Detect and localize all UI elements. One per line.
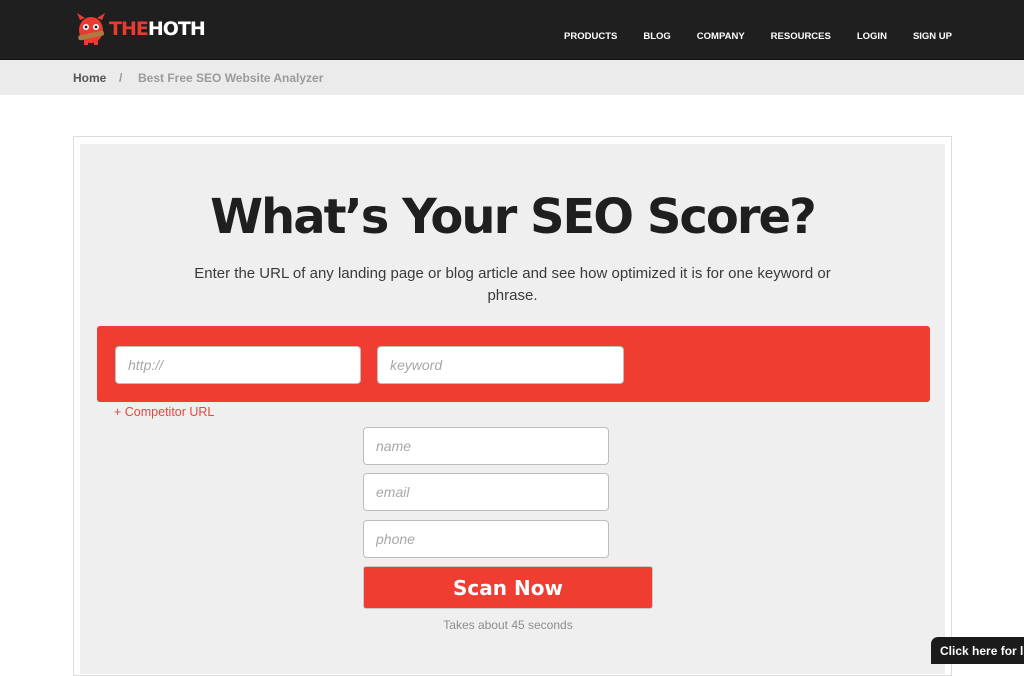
nav-links: PRODUCTS BLOG COMPANY RESOURCES LOGIN SI…	[538, 31, 952, 42]
keyword-input[interactable]	[377, 346, 624, 384]
live-chat-tab[interactable]: Click here for live chat	[931, 637, 1024, 664]
email-input[interactable]	[363, 473, 609, 511]
logo-hoth: HOTH	[147, 17, 206, 40]
site-logo[interactable]: THEHOTH	[76, 11, 206, 47]
page-subtitle: Enter the URL of any landing page or blo…	[194, 265, 831, 304]
hoth-mascot-icon	[77, 13, 105, 45]
live-chat-label: Click here for live chat	[940, 644, 1024, 658]
nav-products[interactable]: PRODUCTS	[564, 31, 617, 42]
nav-sign-up[interactable]: SIGN UP	[913, 31, 952, 42]
url-input[interactable]	[115, 346, 361, 384]
top-nav: THEHOTH PRODUCTS BLOG COMPANY RESOURCES …	[0, 0, 1024, 60]
name-input[interactable]	[363, 427, 609, 465]
add-competitor-url-link[interactable]: + Competitor URL	[114, 405, 214, 419]
logo-the: THE	[109, 17, 149, 40]
breadcrumb-home[interactable]: Home	[73, 71, 106, 85]
nav-login[interactable]: LOGIN	[857, 31, 887, 42]
nav-blog[interactable]: BLOG	[643, 31, 670, 42]
nav-resources[interactable]: RESOURCES	[771, 31, 831, 42]
scan-duration-note: Takes about 45 seconds	[443, 618, 573, 632]
breadcrumb: Home / Best Free SEO Website Analyzer	[0, 60, 1024, 95]
page-title: What’s Your SEO Score?	[210, 189, 817, 245]
nav-company[interactable]: COMPANY	[697, 31, 745, 42]
phone-input[interactable]	[363, 520, 609, 558]
logo-wordmark: THEHOTH	[109, 17, 206, 40]
breadcrumb-current: Best Free SEO Website Analyzer	[138, 71, 324, 85]
scan-now-button[interactable]: Scan Now	[363, 566, 653, 609]
breadcrumb-separator: /	[119, 71, 123, 85]
